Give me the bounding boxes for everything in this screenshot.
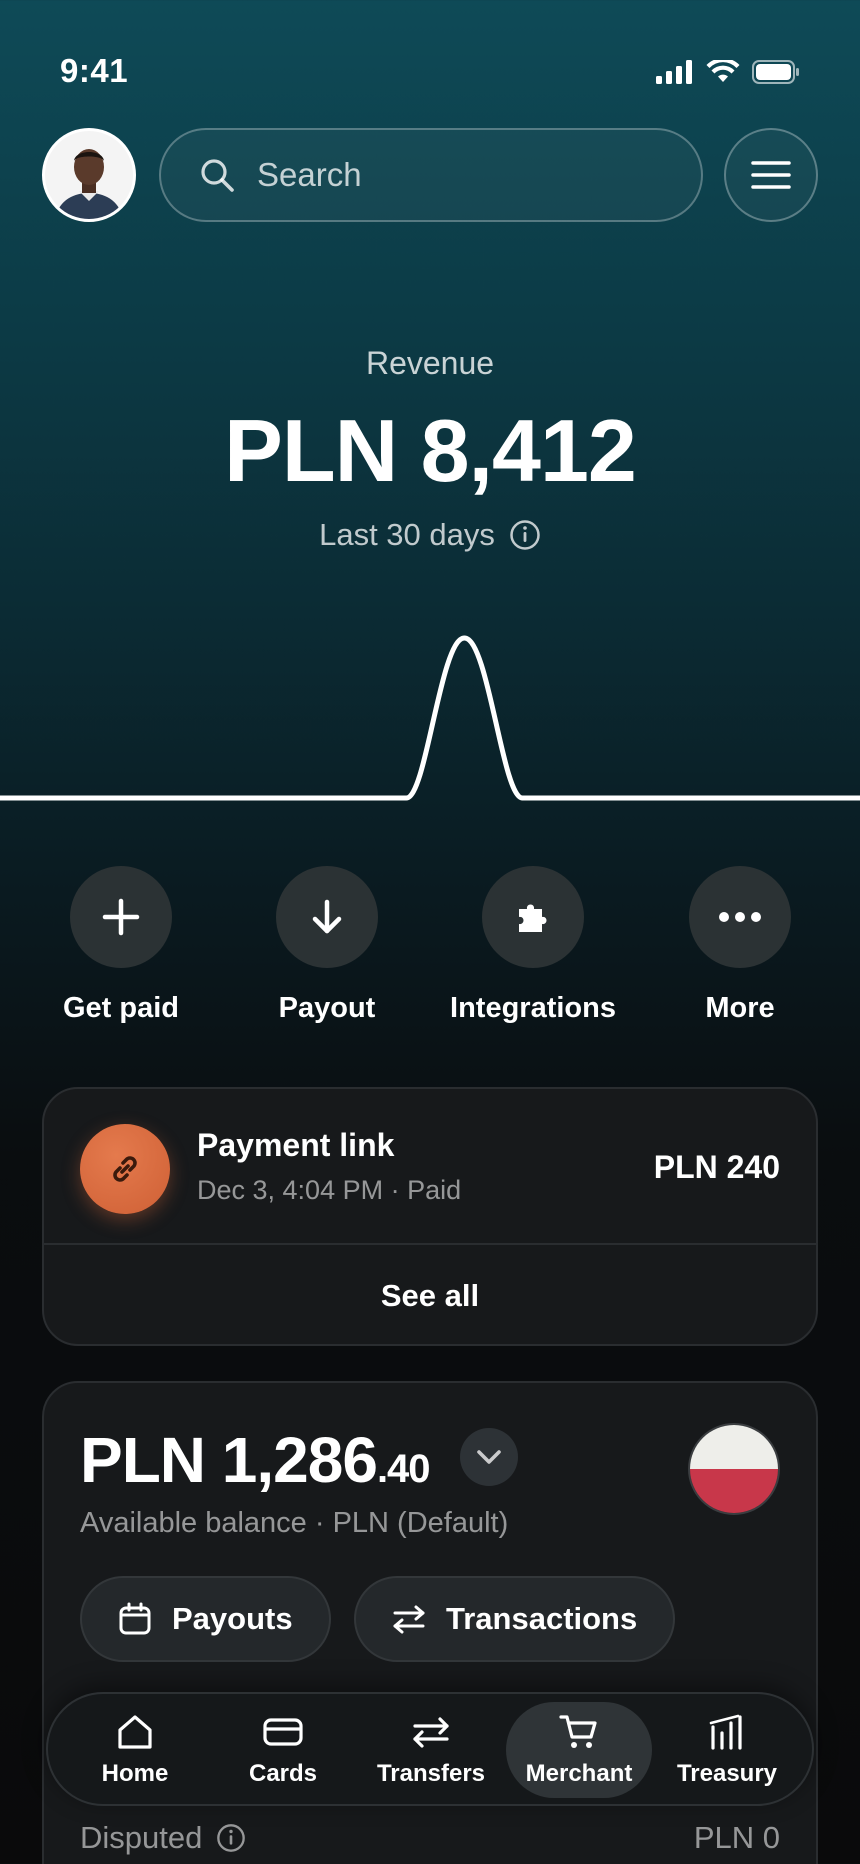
get-paid-label: Get paid: [62, 992, 179, 1024]
see-all-button[interactable]: See all: [44, 1243, 816, 1348]
chevron-down-icon: [477, 1450, 501, 1464]
balance-amount: PLN 1,286.40: [80, 1423, 431, 1497]
search-icon: [201, 159, 234, 192]
more-button[interactable]: More: [640, 866, 840, 1025]
home-icon: [118, 1715, 152, 1749]
revenue-period[interactable]: Last 30 days: [0, 517, 860, 553]
search-input[interactable]: Search: [159, 128, 703, 222]
battery-icon: [752, 60, 799, 84]
integrations-button[interactable]: Integrations: [433, 866, 633, 1025]
payment-link-avatar: [80, 1124, 170, 1214]
status-time: 9:41: [60, 52, 129, 89]
payout-label: Payout: [278, 992, 376, 1024]
plus-icon: [102, 898, 140, 936]
disputed-amount: PLN 0: [693, 1820, 780, 1855]
revenue-amount: PLN 8,412: [224, 401, 637, 500]
bottom-tab-bar: Home Cards Transfers Merchant Treasury: [46, 1692, 814, 1806]
avatar-image: [45, 131, 133, 219]
recent-activity-card: Payment link Dec 3, 4:04 PM · Paid PLN 2…: [42, 1087, 818, 1346]
chart-bars-icon: [709, 1714, 742, 1750]
more-circle[interactable]: [689, 866, 791, 968]
arrow-down-icon: [312, 899, 342, 934]
balance-subtitle: Available balance · PLN (Default): [80, 1507, 509, 1539]
balance-dropdown-button[interactable]: [460, 1428, 518, 1486]
transactions-label: Transactions: [446, 1601, 638, 1636]
status-icons: [656, 60, 800, 84]
payout-circle[interactable]: [276, 866, 378, 968]
disputed-row[interactable]: Disputed PLN 0: [80, 1813, 780, 1863]
info-icon[interactable]: [216, 1823, 246, 1853]
tab-transfers-label: Transfers: [376, 1760, 486, 1787]
get-paid-button[interactable]: Get paid: [21, 866, 221, 1025]
revenue-chart-line: [0, 635, 860, 801]
flag-white-band: [690, 1425, 778, 1469]
balance-amount-main: PLN 1,286: [80, 1424, 378, 1496]
calendar-icon: [119, 1602, 151, 1635]
more-label: More: [705, 992, 775, 1024]
revenue-chart: [0, 635, 860, 801]
tab-merchant-label: Merchant: [525, 1760, 633, 1787]
activity-subtitle: Dec 3, 4:04 PM · Paid: [197, 1175, 462, 1205]
integrations-label: Integrations: [450, 992, 616, 1024]
menu-button[interactable]: [724, 128, 818, 222]
puzzle-icon: [519, 904, 547, 932]
cart-icon: [559, 1715, 597, 1748]
payout-button[interactable]: Payout: [227, 866, 427, 1025]
signal-icon: [656, 60, 692, 84]
activity-amount: PLN 240: [653, 1149, 780, 1185]
status-bar: 9:41: [0, 0, 860, 140]
tab-transfers[interactable]: Transfers: [358, 1702, 504, 1798]
hamburger-icon: [751, 161, 791, 189]
tab-cards-label: Cards: [248, 1760, 318, 1787]
get-paid-circle[interactable]: [70, 866, 172, 968]
disputed-label: Disputed: [80, 1820, 203, 1855]
poland-flag-icon[interactable]: [688, 1423, 780, 1515]
card-icon: [263, 1718, 303, 1746]
flag-red-band: [690, 1469, 778, 1513]
transfer-arrows-icon: [393, 1605, 425, 1634]
payouts-label: Payouts: [172, 1601, 293, 1636]
avatar[interactable]: [42, 128, 136, 222]
balance-amount-cents: .40: [376, 1447, 431, 1491]
tab-home-label: Home: [101, 1760, 169, 1787]
more-dots-icon: [719, 912, 761, 922]
link-icon: [113, 1156, 137, 1182]
tab-treasury-label: Treasury: [676, 1760, 778, 1787]
transfer-icon: [413, 1717, 449, 1748]
search-placeholder: Search: [257, 156, 362, 193]
revenue-label: Revenue: [365, 345, 495, 381]
integrations-circle[interactable]: [482, 866, 584, 968]
quick-actions: Get paid Payout Integrations More: [0, 866, 860, 1036]
tab-cards[interactable]: Cards: [210, 1702, 356, 1798]
revenue-period-label: Last 30 days: [319, 517, 495, 552]
payouts-button[interactable]: Payouts: [80, 1576, 331, 1662]
top-bar: Search: [42, 128, 818, 222]
info-icon[interactable]: [509, 519, 541, 551]
transactions-button[interactable]: Transactions: [354, 1576, 676, 1662]
activity-title[interactable]: Payment link: [197, 1127, 394, 1164]
wifi-icon: [706, 60, 740, 82]
tab-merchant[interactable]: Merchant: [506, 1702, 652, 1798]
tab-treasury[interactable]: Treasury: [654, 1702, 800, 1798]
tab-home[interactable]: Home: [62, 1702, 208, 1798]
